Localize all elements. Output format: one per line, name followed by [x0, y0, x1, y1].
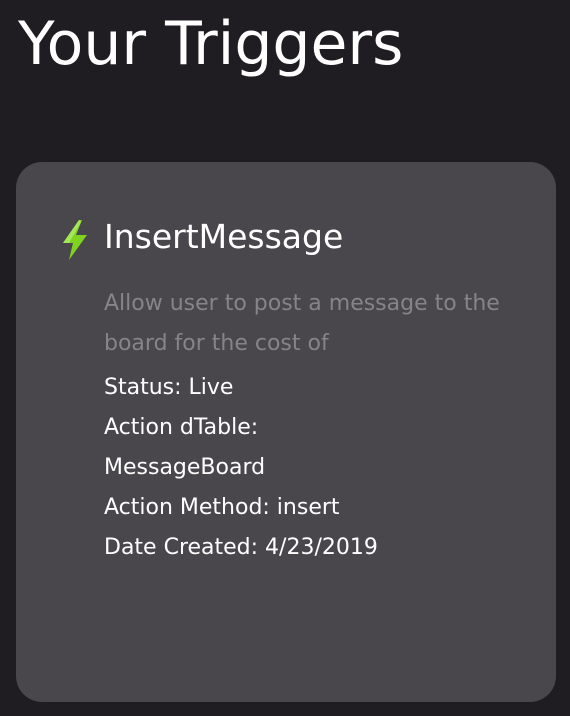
trigger-action-method: Action Method: insert: [104, 495, 340, 520]
trigger-name: InsertMessage: [104, 217, 344, 256]
trigger-description: Allow user to post a message to the boar…: [104, 291, 500, 356]
trigger-details: Status: Live Action dTable: MessageBoard…: [104, 368, 524, 568]
lightning-bolt-icon: [63, 220, 87, 260]
triggers-page: Your Triggers InsertMessage Allow user t…: [0, 0, 570, 716]
trigger-action-dtable-value: MessageBoard: [104, 455, 266, 480]
trigger-date-created: Date Created: 4/23/2019: [104, 535, 378, 560]
trigger-status: Status: Live: [104, 375, 234, 400]
trigger-action-dtable-label: Action dTable:: [104, 415, 259, 440]
page-title: Your Triggers: [18, 9, 404, 79]
trigger-card[interactable]: InsertMessage Allow user to post a messa…: [16, 162, 556, 702]
